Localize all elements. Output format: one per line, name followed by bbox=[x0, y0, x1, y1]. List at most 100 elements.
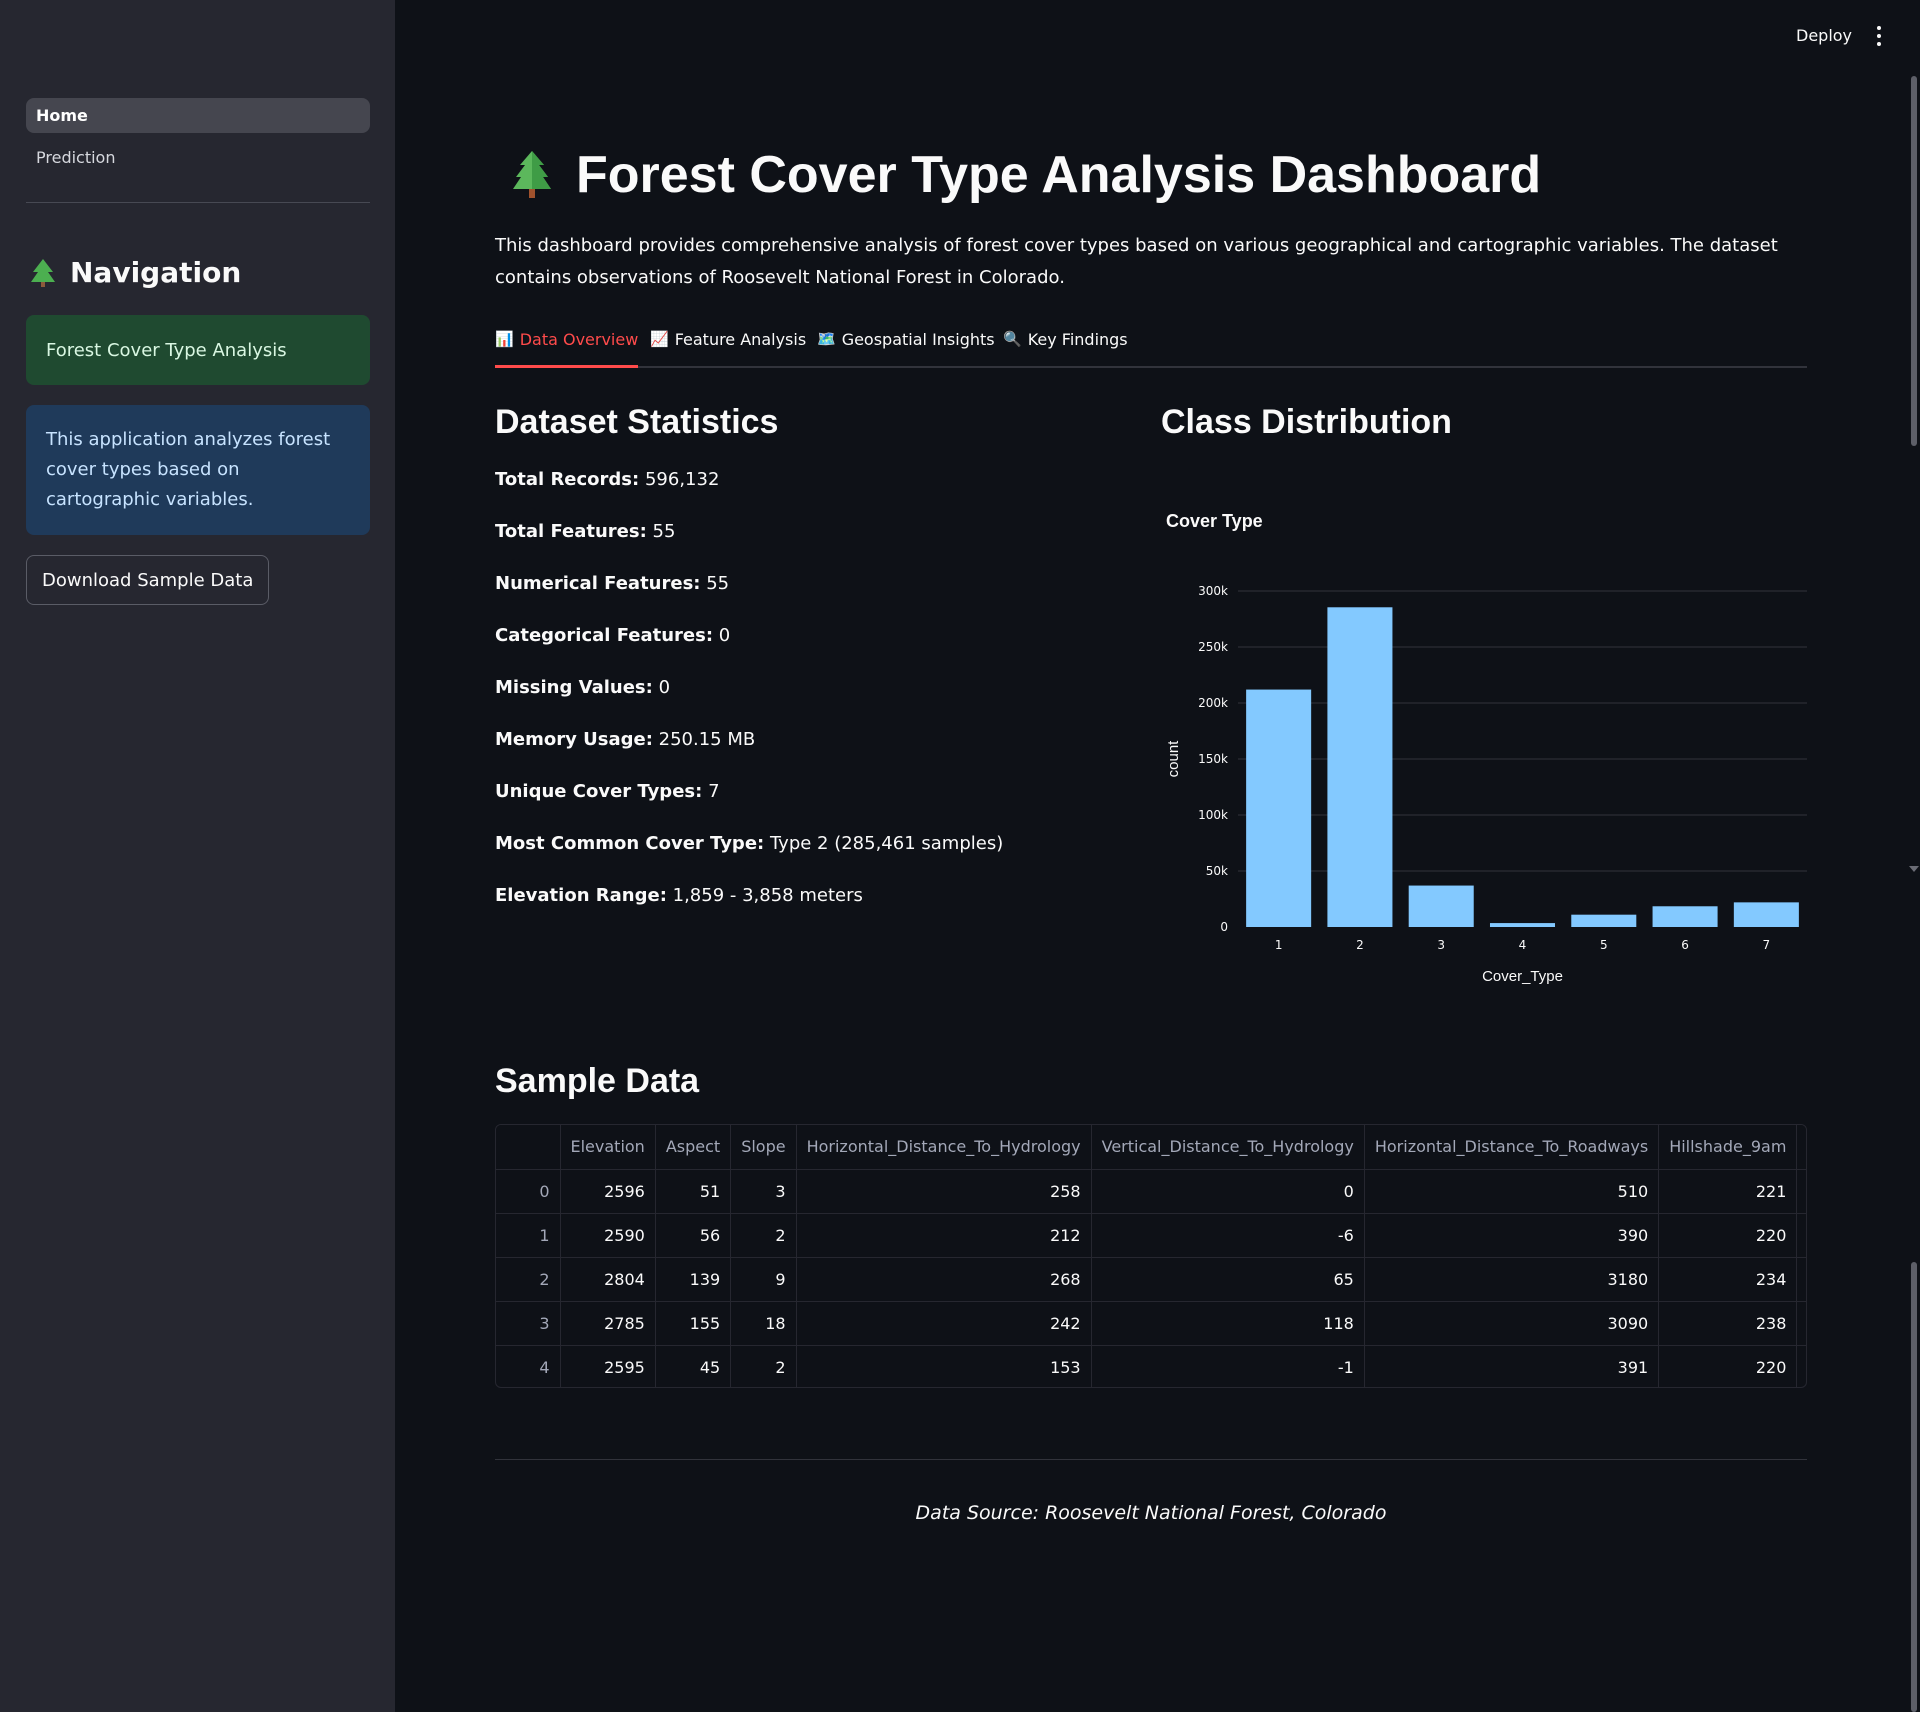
chart-title: Cover Type bbox=[1166, 511, 1263, 531]
table-row[interactable]: 4 2595 45 2 153 -1 391 220 bbox=[496, 1345, 1806, 1387]
sidebar-heading-text: Navigation bbox=[70, 256, 242, 289]
x-tick-label: 3 bbox=[1437, 938, 1445, 952]
chart-bar[interactable] bbox=[1652, 906, 1718, 927]
x-tick-label: 6 bbox=[1681, 938, 1689, 952]
nav-page-label: Prediction bbox=[36, 148, 116, 167]
table-cell: 153 bbox=[796, 1345, 1092, 1387]
column-header[interactable]: Vertical_Distance_To_Hydrology bbox=[1091, 1125, 1365, 1170]
column-header[interactable]: Hillshade_9am bbox=[1658, 1125, 1798, 1170]
table-row[interactable]: 2 2804 139 9 268 65 3180 234 bbox=[496, 1257, 1806, 1302]
y-tick-label: 150k bbox=[1198, 752, 1228, 766]
y-tick-label: 200k bbox=[1198, 696, 1228, 710]
tab-feature-analysis[interactable]: 📈 Feature Analysis bbox=[650, 322, 806, 368]
chart-bar[interactable] bbox=[1571, 914, 1637, 927]
stat-total-records: Total Records: 596,132 bbox=[495, 469, 720, 490]
table-cell: 2596 bbox=[560, 1169, 656, 1214]
table-cell bbox=[1796, 1213, 1806, 1258]
sidebar: Home Prediction Navigation Forest Cover … bbox=[0, 0, 395, 1712]
sidebar-divider bbox=[26, 202, 370, 203]
table-row[interactable]: 1 2590 56 2 212 -6 390 220 bbox=[496, 1213, 1806, 1258]
chart-bar[interactable] bbox=[1408, 885, 1474, 927]
tab-label: Data Overview bbox=[519, 330, 639, 349]
stat-total-features: Total Features: 55 bbox=[495, 521, 676, 542]
tab-key-findings[interactable]: 🔍 Key Findings bbox=[1003, 322, 1128, 368]
table-cell: 220 bbox=[1658, 1345, 1798, 1387]
tab-geospatial-insights[interactable]: 🗺️ Geospatial Insights bbox=[817, 322, 995, 368]
table-cell: 268 bbox=[796, 1257, 1092, 1302]
class-distribution-heading: Class Distribution bbox=[1161, 403, 1452, 441]
info-alert: This application analyzes forest cover t… bbox=[26, 405, 370, 535]
table-cell: 212 bbox=[796, 1213, 1092, 1258]
tab-label: Key Findings bbox=[1027, 330, 1128, 349]
column-header[interactable]: Horizontal_Distance_To_Hydrology bbox=[796, 1125, 1092, 1170]
table-cell: -1 bbox=[1091, 1345, 1365, 1387]
class-distribution-chart[interactable]: Cover Type 0 50k 100k 150k 200k 250k 300k 1 2 3 4 5 6… bbox=[1160, 500, 1810, 1000]
table-cell: 2785 bbox=[560, 1301, 656, 1346]
scroll-down-arrow-icon[interactable] bbox=[1909, 866, 1919, 872]
x-tick-label: 7 bbox=[1763, 938, 1771, 952]
column-header[interactable]: Elevation bbox=[560, 1125, 656, 1170]
stat-most-common-cover-type: Most Common Cover Type: Type 2 (285,461 … bbox=[495, 833, 1004, 854]
chart-bar[interactable] bbox=[1733, 902, 1799, 927]
table-cell: 18 bbox=[730, 1301, 797, 1346]
deploy-button[interactable]: Deploy bbox=[1796, 26, 1852, 45]
table-cell: 2 bbox=[730, 1345, 797, 1387]
x-tick-label: 5 bbox=[1600, 938, 1608, 952]
column-header[interactable]: Slope bbox=[730, 1125, 797, 1170]
nav-page-prediction[interactable]: Prediction bbox=[26, 140, 370, 175]
sample-data-heading: Sample Data bbox=[495, 1062, 700, 1100]
tree-icon bbox=[31, 258, 55, 287]
footer-source: Data Source: Roosevelt National Forest, … bbox=[915, 1502, 1387, 1524]
table-cell: 238 bbox=[1658, 1301, 1798, 1346]
tab-data-overview[interactable]: 📊 Data Overview bbox=[495, 322, 639, 368]
footer-divider bbox=[495, 1459, 1807, 1460]
chart-bar[interactable] bbox=[1327, 607, 1393, 927]
table-row[interactable]: 3 2785 155 18 242 118 3090 238 bbox=[496, 1301, 1806, 1346]
table-cell: 3 bbox=[730, 1169, 797, 1214]
table-row[interactable]: 0 2596 51 3 258 0 510 221 bbox=[496, 1169, 1806, 1214]
page-nav: Home Prediction bbox=[26, 98, 370, 182]
table-cell bbox=[1796, 1345, 1806, 1387]
table-cell: 510 bbox=[1364, 1169, 1660, 1214]
tab-label: Geospatial Insights bbox=[841, 330, 995, 349]
table-cell bbox=[1796, 1257, 1806, 1302]
table-cell: 118 bbox=[1091, 1301, 1365, 1346]
column-header[interactable] bbox=[496, 1125, 561, 1170]
table-cell: 3090 bbox=[1364, 1301, 1660, 1346]
table-cell: 258 bbox=[796, 1169, 1092, 1214]
scrollbar-thumb[interactable] bbox=[1911, 76, 1917, 446]
y-tick-label: 300k bbox=[1198, 584, 1228, 598]
success-alert-text: Forest Cover Type Analysis bbox=[46, 339, 287, 361]
table-cell: 51 bbox=[655, 1169, 732, 1214]
column-header[interactable]: Horizontal_Distance_To_Roadways bbox=[1364, 1125, 1660, 1170]
row-index-cell: 4 bbox=[496, 1345, 561, 1387]
y-axis-label: count bbox=[1165, 740, 1182, 778]
table-cell: 45 bbox=[655, 1345, 732, 1387]
column-header[interactable]: Aspect bbox=[655, 1125, 732, 1170]
table-header-row: Elevation Aspect Slope Horizontal_Distance_… bbox=[496, 1125, 1806, 1170]
dataset-statistics-heading: Dataset Statistics bbox=[495, 403, 779, 441]
column-header[interactable]: Hillshade_ bbox=[1796, 1125, 1806, 1170]
tree-icon bbox=[513, 151, 551, 198]
y-tick-label: 250k bbox=[1198, 640, 1228, 654]
table-cell: 220 bbox=[1658, 1213, 1798, 1258]
table-cell: 2590 bbox=[560, 1213, 656, 1258]
main-menu-icon[interactable] bbox=[1874, 26, 1884, 48]
download-sample-data-button[interactable]: Download Sample Data bbox=[26, 555, 270, 605]
x-tick-label: 4 bbox=[1519, 938, 1527, 952]
download-button-label: Download Sample Data bbox=[42, 569, 254, 591]
row-index-cell: 3 bbox=[496, 1301, 561, 1346]
magnifier-icon: 🔍 bbox=[1003, 330, 1022, 348]
stat-elevation-range: Elevation Range: 1,859 - 3,858 meters bbox=[495, 885, 863, 906]
table-cell: 221 bbox=[1658, 1169, 1798, 1214]
table-cell: 56 bbox=[655, 1213, 732, 1258]
chart-bar[interactable] bbox=[1489, 923, 1556, 927]
sample-data-table[interactable]: Elevation Aspect Slope Horizontal_Distance_… bbox=[495, 1124, 1807, 1388]
table-cell: 2 bbox=[730, 1213, 797, 1258]
chart-bar[interactable] bbox=[1246, 689, 1312, 927]
row-index-cell: 1 bbox=[496, 1213, 561, 1258]
scrollbar-thumb-lower[interactable] bbox=[1911, 1262, 1917, 1712]
nav-page-home[interactable]: Home bbox=[26, 98, 370, 133]
table-cell: 65 bbox=[1091, 1257, 1365, 1302]
nav-page-label: Home bbox=[36, 106, 88, 125]
